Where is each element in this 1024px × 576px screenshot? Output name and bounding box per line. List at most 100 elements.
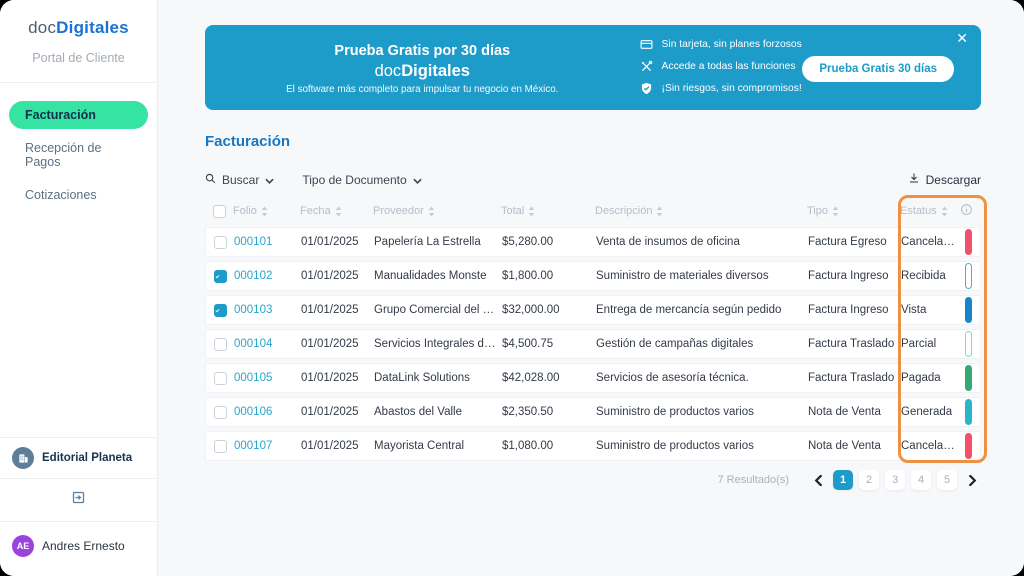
column-header-label: Proveedor: [373, 205, 424, 217]
sidebar-item-recepcion-de-pagos[interactable]: Recepción de Pagos: [9, 134, 148, 176]
select-all-checkbox[interactable]: [213, 205, 226, 218]
folio-link[interactable]: 000104: [234, 338, 301, 350]
estatus-cell: Generada: [901, 406, 961, 418]
descripcion-cell: Entrega de mercancía según pedido: [596, 304, 808, 316]
promo-subtitle: El software más completo para impulsar t…: [286, 84, 558, 95]
status-bar: [965, 365, 972, 391]
table-row[interactable]: 000103 01/01/2025 Grupo Comercial del C.…: [205, 295, 981, 325]
column-header-folio[interactable]: Folio: [233, 205, 300, 217]
row-checkbox[interactable]: [214, 236, 227, 249]
sidebar-footer: Editorial Planeta AE Andres Ernesto: [0, 437, 157, 576]
table-row[interactable]: 000107 01/01/2025 Mayorista Central $1,0…: [205, 431, 981, 461]
estatus-cell: Parcial: [901, 338, 961, 350]
sidebar-item-facturacion[interactable]: Facturación: [9, 101, 148, 129]
promo-banner: Prueba Gratis por 30 días docDigitales E…: [205, 25, 981, 110]
fecha-cell: 01/01/2025: [301, 270, 374, 282]
proveedor-cell: Mayorista Central: [374, 440, 502, 452]
total-cell: $32,000.00: [502, 304, 596, 316]
column-header-estatus[interactable]: Estatus: [900, 205, 960, 217]
descripcion-cell: Suministro de materiales diversos: [596, 270, 808, 282]
column-header-descripcion[interactable]: Descripción: [595, 205, 807, 217]
status-bar: [965, 263, 972, 289]
column-header-fecha[interactable]: Fecha: [300, 205, 373, 217]
doc-type-dropdown[interactable]: Tipo de Documento: [302, 173, 421, 187]
search-label: Buscar: [222, 173, 259, 187]
avatar: AE: [12, 535, 34, 557]
folio-link[interactable]: 000103: [234, 304, 301, 316]
promo-brand-prefix: doc: [375, 62, 402, 80]
total-cell: $1,800.00: [502, 270, 596, 282]
sidebar-item-cotizaciones[interactable]: Cotizaciones: [9, 181, 148, 209]
promo-title: Prueba Gratis por 30 días: [334, 43, 510, 59]
descripcion-cell: Suministro de productos varios: [596, 440, 808, 452]
invoice-table: FolioFecha Proveedor TotalDescripciónTipo E…: [205, 199, 981, 461]
logout-button[interactable]: [0, 478, 157, 521]
page-button-1[interactable]: 1: [833, 470, 853, 490]
tools-icon: [640, 60, 653, 73]
page-button-2[interactable]: 2: [859, 470, 879, 490]
folio-link[interactable]: 000107: [234, 440, 301, 452]
table-row[interactable]: 000104 01/01/2025 Servicios Integrales d…: [205, 329, 981, 359]
page-button-5[interactable]: 5: [937, 470, 957, 490]
tipo-cell: Factura Ingreso: [808, 270, 901, 282]
table-row[interactable]: 000106 01/01/2025 Abastos del Valle $2,3…: [205, 397, 981, 427]
table-row[interactable]: 000101 01/01/2025 Papelería La Estrella …: [205, 227, 981, 257]
logout-icon: [71, 490, 86, 510]
row-checkbox[interactable]: [214, 372, 227, 385]
row-checkbox[interactable]: [214, 338, 227, 351]
table-row[interactable]: 000105 01/01/2025 DataLink Solutions $42…: [205, 363, 981, 393]
tipo-cell: Nota de Venta: [808, 406, 901, 418]
sort-icon: [528, 206, 535, 217]
folio-link[interactable]: 000106: [234, 406, 301, 418]
pagination: 7 Resultado(s) 12345: [205, 470, 981, 490]
tipo-cell: Factura Ingreso: [808, 304, 901, 316]
estatus-cell: Cancelada: [901, 236, 961, 248]
close-icon[interactable]: ✕: [956, 31, 968, 45]
total-cell: $4,500.75: [502, 338, 596, 350]
info-icon[interactable]: [960, 203, 973, 219]
page-button-4[interactable]: 4: [911, 470, 931, 490]
brand-suffix: Digitales: [56, 18, 129, 37]
free-trial-button[interactable]: Prueba Gratis 30 días: [802, 56, 954, 82]
user-item[interactable]: AE Andres Ernesto: [0, 521, 157, 576]
promo-brand: docDigitales: [375, 62, 470, 81]
folio-link[interactable]: 000101: [234, 236, 301, 248]
fecha-cell: 01/01/2025: [301, 372, 374, 384]
proveedor-cell: Servicios Integrales de...: [374, 338, 502, 350]
column-header-label: Fecha: [300, 205, 331, 217]
fecha-cell: 01/01/2025: [301, 338, 374, 350]
building-icon: [12, 447, 34, 469]
sort-icon: [261, 206, 268, 217]
prev-page-icon[interactable]: [809, 470, 827, 490]
estatus-cell: Pagada: [901, 372, 961, 384]
row-checkbox[interactable]: [214, 270, 227, 283]
proveedor-cell: Abastos del Valle: [374, 406, 502, 418]
app-window: docDigitales Portal de Cliente Facturaci…: [0, 0, 1024, 576]
chevron-down-icon: [265, 173, 274, 187]
table-row[interactable]: 000102 01/01/2025 Manualidades Monste $1…: [205, 261, 981, 291]
descripcion-cell: Suministro de productos varios: [596, 406, 808, 418]
column-header-label: Tipo: [807, 205, 828, 217]
tipo-cell: Factura Traslado: [808, 372, 901, 384]
row-checkbox[interactable]: [214, 304, 227, 317]
download-label: Descargar: [926, 173, 981, 187]
next-page-icon[interactable]: [963, 470, 981, 490]
row-checkbox[interactable]: [214, 440, 227, 453]
folio-link[interactable]: 000102: [234, 270, 301, 282]
folio-link[interactable]: 000105: [234, 372, 301, 384]
estatus-cell: Vista: [901, 304, 961, 316]
page-button-3[interactable]: 3: [885, 470, 905, 490]
banner-feature: Sin tarjeta, sin planes forzosos: [640, 38, 981, 51]
download-button[interactable]: Descargar: [908, 172, 981, 187]
sidebar-divider: [0, 82, 157, 83]
descripcion-cell: Servicios de asesoría técnica.: [596, 372, 808, 384]
filter-bar: Buscar Tipo de Documento Descargar: [205, 172, 981, 187]
column-header-tipo[interactable]: Tipo: [807, 205, 900, 217]
organization-item[interactable]: Editorial Planeta: [0, 437, 157, 478]
search-dropdown[interactable]: Buscar: [205, 173, 274, 187]
column-header-total[interactable]: Total: [501, 205, 595, 217]
row-checkbox[interactable]: [214, 406, 227, 419]
banner-feature-text: ¡Sin riesgos, sin compromisos!: [662, 83, 802, 94]
column-header-proveedor[interactable]: Proveedor: [373, 205, 501, 217]
column-header-label: Estatus: [900, 205, 937, 217]
